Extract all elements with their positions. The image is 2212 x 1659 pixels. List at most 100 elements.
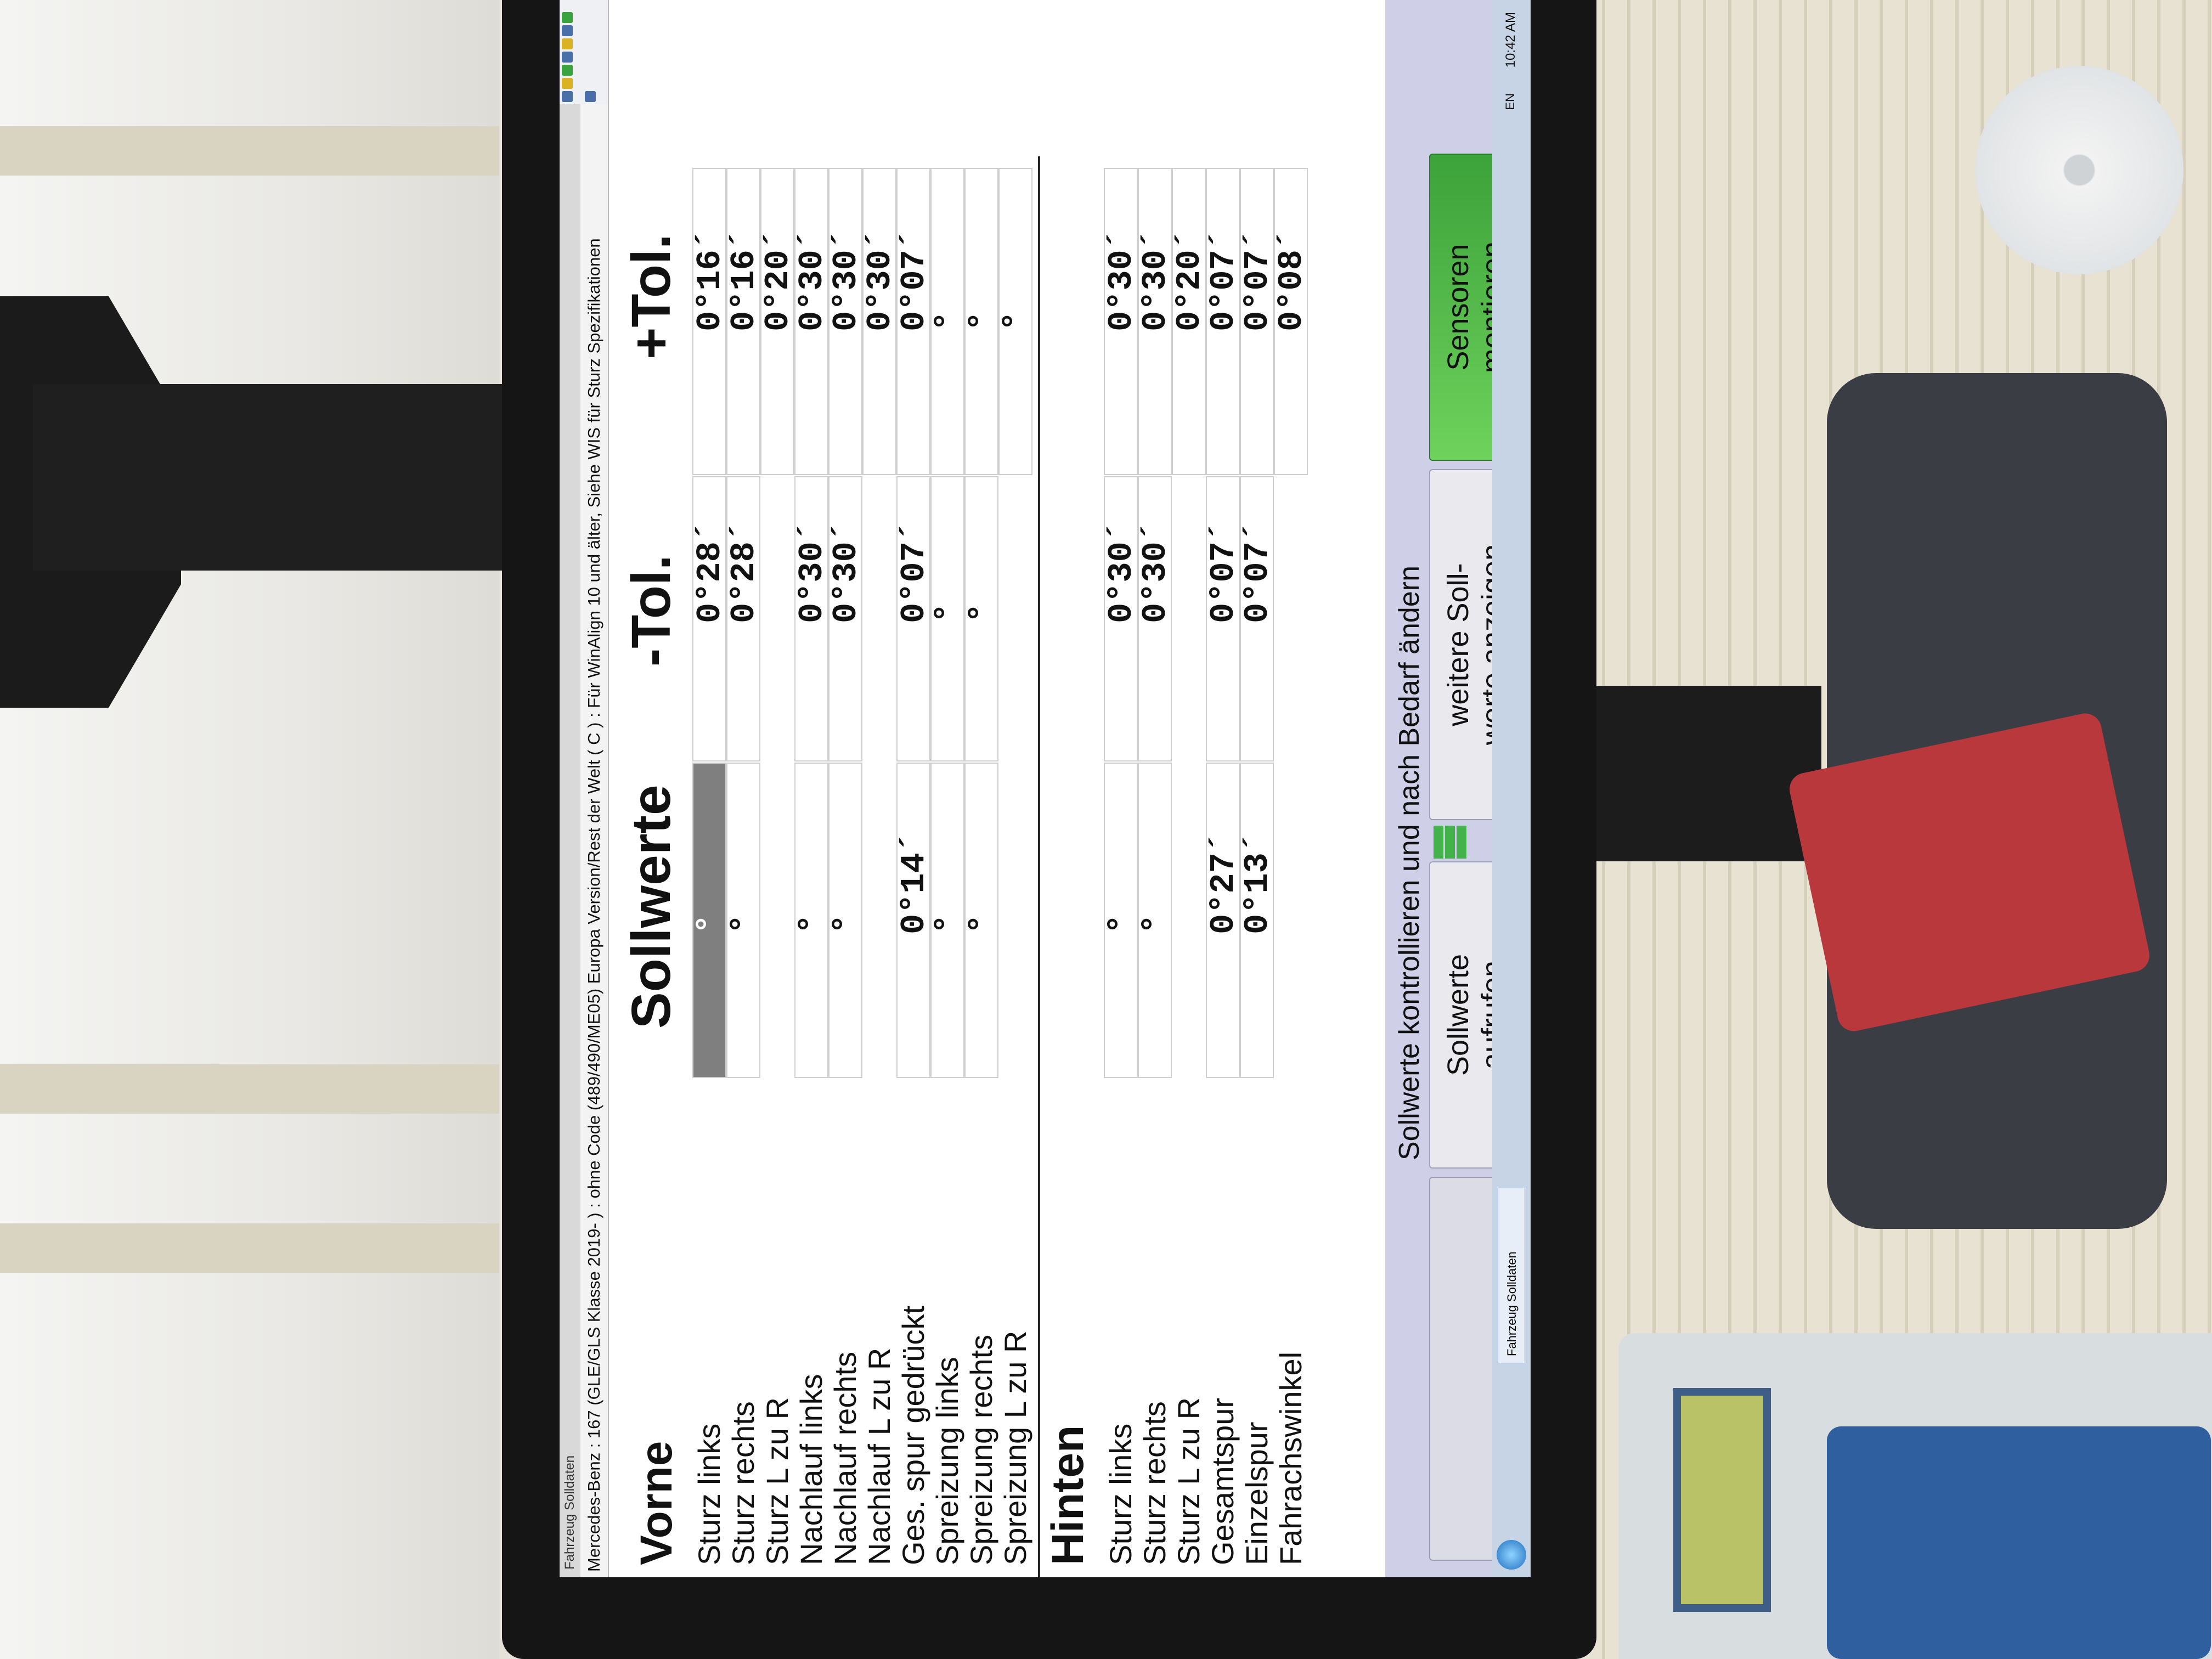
button-label-line1: Sensoren xyxy=(1442,244,1475,371)
table-row: Sturz rechts ° 0°28´ 0°16´ xyxy=(725,156,764,1577)
taskbar-window-item[interactable]: Fahrzeug Solldaten xyxy=(1498,1188,1525,1363)
camber-status-icon[interactable] xyxy=(562,65,573,76)
sensor-status-icon[interactable] xyxy=(562,91,573,102)
plus-tol-cell[interactable]: ° xyxy=(929,168,968,475)
plus-tol-cell[interactable]: ° xyxy=(963,168,1002,475)
plus-tol-cell[interactable]: 0°30´ xyxy=(1136,168,1175,475)
alignment-screen: Fahrzeug Solldaten Mercedes-Benz : 167 (… xyxy=(560,0,1531,1577)
table-row: Einzelspur 0°13´ 0°07´ 0°07´ xyxy=(1238,156,1277,1577)
row-label: Nachlauf rechts xyxy=(828,1351,862,1565)
minus-tol-cell[interactable]: ° xyxy=(929,476,968,761)
column-header-soll: Sollwerte xyxy=(620,785,682,1029)
table-row: Nachlauf links ° 0°30´ 0°30´ xyxy=(793,156,832,1577)
taskbar: Fahrzeug Solldaten EN 10:42 AM xyxy=(1492,0,1531,1577)
table-row: Sturz rechts ° 0°30´ 0°30´ xyxy=(1136,156,1175,1577)
soll-value-cell[interactable]: ° xyxy=(793,763,832,1078)
row-label: Gesamtspur xyxy=(1205,1398,1240,1565)
window-titlebar: Fahrzeug Solldaten xyxy=(560,0,580,1577)
table-row: Sturz L zu R 0°20´ xyxy=(759,156,798,1577)
minus-tol-cell[interactable]: 0°30´ xyxy=(1136,476,1175,761)
row-label: Sturz rechts xyxy=(726,1401,760,1565)
language-indicator[interactable]: EN xyxy=(1503,93,1517,110)
front-section-title: Vorne xyxy=(631,1441,681,1565)
minus-tol-cell[interactable]: 0°07´ xyxy=(1204,476,1243,761)
plus-tol-cell[interactable]: 0°16´ xyxy=(691,168,730,475)
table-row: Sturz L zu R 0°20´ xyxy=(1170,156,1209,1577)
row-label: Spreizung links xyxy=(930,1357,964,1565)
row-label: Sturz rechts xyxy=(1137,1401,1172,1565)
soll-value-cell[interactable]: ° xyxy=(691,763,730,1078)
table-row: Spreizung L zu R ° xyxy=(997,156,1036,1577)
toe-status-icon[interactable] xyxy=(562,12,573,23)
device-lcd xyxy=(1673,1388,1771,1612)
plus-tol-cell[interactable]: 0°30´ xyxy=(861,168,900,475)
minus-tol-cell[interactable]: 0°30´ xyxy=(793,476,832,761)
printer-icon[interactable] xyxy=(585,91,596,102)
button-label-line1: Sollwerte xyxy=(1442,953,1475,1076)
table-row: Ges. spur gedrückt 0°14´ 0°07´ 0°07´ xyxy=(895,156,934,1577)
soll-value-cell[interactable]: ° xyxy=(1102,763,1141,1078)
settings-icon[interactable] xyxy=(562,25,573,36)
device-keypad xyxy=(1827,1426,2211,1659)
vehicle-icon[interactable] xyxy=(562,52,573,63)
rear-section-title: Hinten xyxy=(1043,1425,1093,1565)
table-row: Nachlauf rechts ° 0°30´ 0°30´ xyxy=(827,156,866,1577)
soll-value-cell[interactable]: ° xyxy=(827,763,866,1078)
row-label: Ges. spur gedrückt xyxy=(896,1305,930,1565)
vehicle-spec-header: Mercedes-Benz : 167 (GLE/GLS Klasse 2019… xyxy=(580,0,609,1577)
taskbar-clock[interactable]: 10:42 AM xyxy=(1503,12,1519,67)
table-row: Sturz links ° 0°28´ 0°16´ xyxy=(691,156,730,1577)
section-divider xyxy=(1038,156,1040,1577)
row-label: Spreizung L zu R xyxy=(998,1330,1032,1566)
row-label: Nachlauf links xyxy=(794,1374,828,1565)
table-row: Nachlauf L zu R 0°30´ xyxy=(861,156,900,1577)
minus-tol-cell[interactable]: ° xyxy=(963,476,1002,761)
plus-tol-cell[interactable]: 0°08´ xyxy=(1272,168,1311,475)
spec-table: Vorne Sollwerte -Tol. +Tol. Sturz links … xyxy=(609,156,1383,1577)
table-row: Fahrachswinkel 0°08´ xyxy=(1272,156,1311,1577)
wheel-icon[interactable] xyxy=(562,38,573,49)
plus-tol-cell[interactable]: ° xyxy=(997,168,1036,475)
plus-tol-cell[interactable]: 0°07´ xyxy=(1204,168,1243,475)
minus-tol-cell[interactable]: 0°07´ xyxy=(895,476,934,761)
minus-tol-cell[interactable]: 0°28´ xyxy=(691,476,730,761)
window-frame-bar xyxy=(0,1064,499,1114)
warning-icon[interactable] xyxy=(562,78,573,89)
plus-tol-cell[interactable]: 0°30´ xyxy=(1102,168,1141,475)
button-label-line1: weitere Soll- xyxy=(1442,563,1475,726)
soll-value-cell[interactable]: ° xyxy=(725,763,764,1078)
row-label: Einzelspur xyxy=(1239,1421,1274,1565)
row-label: Sturz links xyxy=(692,1423,726,1565)
window-frame-bar xyxy=(0,126,499,176)
row-label: Fahrachswinkel xyxy=(1273,1351,1308,1565)
soll-value-cell[interactable]: ° xyxy=(929,763,968,1078)
minus-tol-cell[interactable]: 0°07´ xyxy=(1238,476,1277,761)
row-label: Sturz L zu R xyxy=(760,1397,794,1565)
plus-tol-cell[interactable]: 0°30´ xyxy=(827,168,866,475)
plus-tol-cell[interactable]: 0°16´ xyxy=(725,168,764,475)
soll-value-cell[interactable]: 0°14´ xyxy=(895,763,934,1078)
table-row: Spreizung links ° ° ° xyxy=(929,156,968,1577)
plus-tol-cell[interactable]: 0°07´ xyxy=(1238,168,1277,475)
table-row: Gesamtspur 0°27´ 0°07´ 0°07´ xyxy=(1204,156,1243,1577)
soll-value-cell[interactable]: ° xyxy=(963,763,1002,1078)
plus-tol-cell[interactable]: 0°07´ xyxy=(895,168,934,475)
plus-tol-cell[interactable]: 0°20´ xyxy=(759,168,798,475)
soll-value-cell[interactable]: 0°27´ xyxy=(1204,763,1243,1078)
status-toolbar xyxy=(560,0,608,104)
minus-tol-cell[interactable]: 0°28´ xyxy=(725,476,764,761)
plus-tol-cell[interactable]: 0°30´ xyxy=(793,168,832,475)
table-row: Sturz links ° 0°30´ 0°30´ xyxy=(1102,156,1141,1577)
soll-value-cell[interactable]: 0°13´ xyxy=(1238,763,1277,1078)
table-row: Spreizung rechts ° ° ° xyxy=(963,156,1002,1577)
start-button-icon[interactable] xyxy=(1497,1540,1526,1570)
background-window xyxy=(0,0,499,1659)
plus-tol-cell[interactable]: 0°20´ xyxy=(1170,168,1209,475)
minus-tol-cell[interactable]: 0°30´ xyxy=(827,476,866,761)
soll-value-cell[interactable]: ° xyxy=(1136,763,1175,1078)
column-header-plus-tol: +Tol. xyxy=(620,234,682,359)
instruction-text: Sollwerte kontrollieren und nach Bedarf … xyxy=(1393,565,1425,1160)
row-label: Spreizung rechts xyxy=(964,1334,998,1565)
window-frame-bar xyxy=(0,1223,499,1273)
minus-tol-cell[interactable]: 0°30´ xyxy=(1102,476,1141,761)
